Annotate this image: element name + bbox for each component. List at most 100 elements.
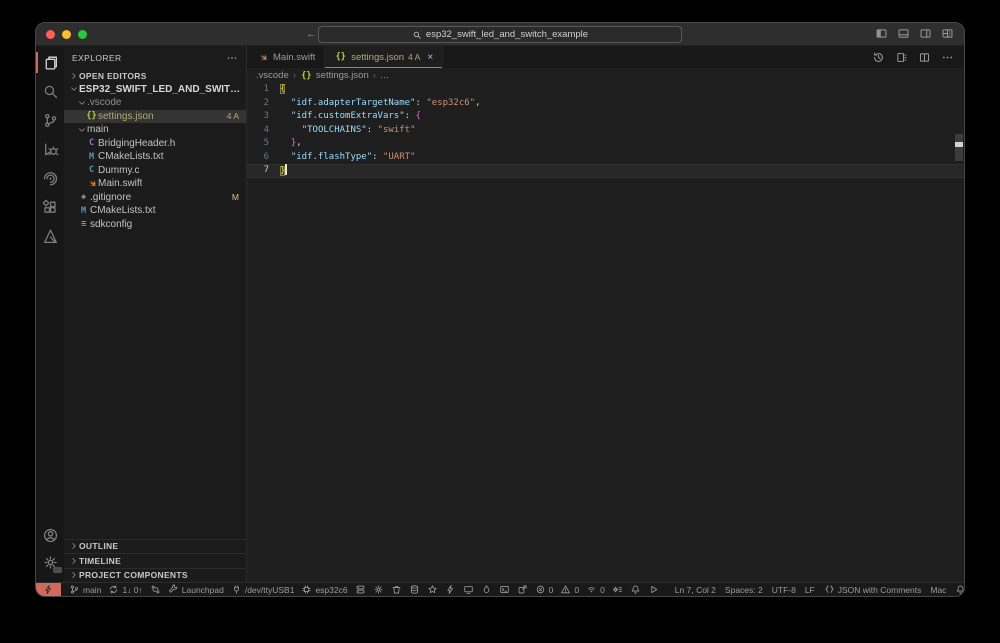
- status-alerts[interactable]: [630, 583, 641, 596]
- chevron-right-icon: [69, 556, 79, 566]
- status-cursor-position[interactable]: Ln 7, Col 2: [675, 583, 716, 596]
- status-full-clean[interactable]: [391, 583, 402, 596]
- tree-item-main-swift[interactable]: Main.swift: [64, 177, 246, 191]
- command-center[interactable]: esp32_swift_led_and_switch_example: [318, 26, 682, 43]
- status-openocd[interactable]: [427, 583, 438, 596]
- tab-settings-json[interactable]: {}settings.json4 A×: [325, 46, 443, 68]
- build-icon: [409, 584, 420, 595]
- breadcrumb-separator: ›: [373, 70, 376, 81]
- status-rainmaker[interactable]: 0: [586, 583, 605, 596]
- activity-accounts[interactable]: [36, 522, 64, 549]
- cmake-icon: [42, 228, 59, 245]
- chevron-right-icon: [69, 570, 79, 580]
- status-menuconfig[interactable]: [373, 583, 384, 596]
- status-eol[interactable]: LF: [805, 583, 815, 596]
- traffic-lights: [46, 30, 87, 39]
- serial-port-icon: [231, 584, 242, 595]
- status-esp-launchpad[interactable]: Launchpad: [168, 583, 224, 596]
- status-git-branch[interactable]: main: [69, 583, 101, 596]
- c-header-file-icon: C: [85, 138, 98, 148]
- swift-file-icon: [256, 52, 269, 63]
- status-warnings[interactable]: 0: [560, 583, 579, 596]
- status-build-flash-monitor[interactable]: [481, 583, 492, 596]
- tree-item-esp32-swift-led-and-switch-example[interactable]: ESP32_SWIFT_LED_AND_SWITCH_EXAMPLE: [64, 83, 246, 97]
- status-idf-tools[interactable]: [612, 583, 623, 596]
- activity-settings[interactable]: [36, 549, 64, 576]
- activity-espressif-idf[interactable]: [36, 164, 64, 193]
- json-file-icon: {}: [334, 52, 347, 62]
- tree-item-cmakelists-txt[interactable]: MCMakeLists.txt: [64, 150, 246, 164]
- code-line-1[interactable]: 1{: [247, 83, 964, 97]
- split-editor-icon[interactable]: [918, 51, 931, 64]
- toggle-secondary-sidebar-icon[interactable]: [919, 27, 932, 40]
- tree-item-main[interactable]: main: [64, 123, 246, 137]
- activity-run-debug[interactable]: [36, 135, 64, 164]
- customize-layout-icon[interactable]: [941, 27, 954, 40]
- activity-bar: [36, 46, 64, 582]
- status-errors[interactable]: 0: [535, 583, 554, 596]
- code-line-2[interactable]: 2 "idf.adapterTargetName": "esp32c6",: [247, 97, 964, 111]
- activity-source-control[interactable]: [36, 106, 64, 135]
- code-line-4[interactable]: 4 "TOOLCHAINS": "swift": [247, 124, 964, 138]
- espressif-accent-icon: [43, 584, 54, 595]
- status-flash[interactable]: [445, 583, 456, 596]
- status-build[interactable]: [409, 583, 420, 596]
- code-line-5[interactable]: 5 },: [247, 137, 964, 151]
- status-notifications[interactable]: [955, 583, 964, 596]
- status-monitor[interactable]: [463, 583, 474, 596]
- status-language-mode[interactable]: JSON with Comments: [824, 583, 922, 596]
- status-idf-target[interactable]: esp32c6: [301, 583, 347, 596]
- tab-main-swift[interactable]: Main.swift: [247, 46, 325, 68]
- status-encoding[interactable]: UTF-8: [772, 583, 796, 596]
- nav-back-button[interactable]: ←: [306, 27, 317, 41]
- minimize-window-button[interactable]: [62, 30, 71, 39]
- more-actions-icon[interactable]: [941, 51, 954, 64]
- status-serial-port[interactable]: /dev/ttyUSB1: [231, 583, 295, 596]
- toggle-panel-icon[interactable]: [897, 27, 910, 40]
- open-changes-icon[interactable]: [895, 51, 908, 64]
- vscode-window: ← → esp32_swift_led_and_switch_example E…: [35, 22, 965, 597]
- tree-item--gitignore[interactable]: ◈.gitignoreM: [64, 191, 246, 205]
- tree-item--vscode[interactable]: .vscode: [64, 96, 246, 110]
- tree-item-open-editors[interactable]: OPEN EDITORS: [64, 69, 246, 83]
- activity-extensions[interactable]: [36, 193, 64, 222]
- activity-search[interactable]: [36, 77, 64, 106]
- tree-item-dummy-c[interactable]: CDummy.c: [64, 164, 246, 178]
- status-flash-method[interactable]: [355, 583, 366, 596]
- breadcrumb-item[interactable]: .vscode: [256, 70, 289, 81]
- code-line-3[interactable]: 3 "idf.customExtraVars": {: [247, 110, 964, 124]
- section-outline[interactable]: OUTLINE: [64, 539, 246, 554]
- breadcrumb[interactable]: .vscode›{}settings.json›…: [247, 68, 964, 83]
- activity-cmake[interactable]: [36, 222, 64, 251]
- status-idf-terminal[interactable]: [499, 583, 510, 596]
- tree-item-bridgingheader-h[interactable]: CBridgingHeader.h: [64, 137, 246, 151]
- section-timeline[interactable]: TIMELINE: [64, 553, 246, 568]
- status-git-sync[interactable]: 1↓ 0↑: [108, 583, 142, 596]
- status-espressif-accent[interactable]: [36, 583, 61, 596]
- status-idf-version[interactable]: [150, 583, 161, 596]
- tab-bar: Main.swift{}settings.json4 A×: [247, 46, 964, 68]
- status-os-indicator[interactable]: Mac: [930, 583, 946, 596]
- explorer-more-actions-icon[interactable]: [226, 52, 238, 64]
- editor-scrollbar[interactable]: [955, 134, 963, 161]
- status-custom-task[interactable]: [517, 583, 528, 596]
- activity-explorer[interactable]: [36, 48, 64, 77]
- code-line-6[interactable]: 6 "idf.flashType": "UART": [247, 151, 964, 165]
- close-window-button[interactable]: [46, 30, 55, 39]
- section-project-components[interactable]: PROJECT COMPONENTS: [64, 568, 246, 583]
- status-run-task[interactable]: [648, 583, 659, 596]
- breadcrumb-item[interactable]: {}settings.json: [300, 70, 369, 81]
- toggle-primary-sidebar-icon[interactable]: [875, 27, 888, 40]
- close-tab-icon[interactable]: ×: [427, 52, 433, 63]
- zoom-window-button[interactable]: [78, 30, 87, 39]
- breadcrumb-item[interactable]: …: [380, 70, 390, 81]
- tree-item-sdkconfig[interactable]: ≡sdkconfig: [64, 218, 246, 232]
- local-history-icon[interactable]: [872, 51, 885, 64]
- line-number: 1: [247, 83, 280, 97]
- menuconfig-icon: [373, 584, 384, 595]
- tree-item-settings-json[interactable]: {}settings.json4 A: [64, 110, 246, 124]
- tree-item-cmakelists-txt[interactable]: MCMakeLists.txt: [64, 204, 246, 218]
- status-indentation[interactable]: Spaces: 2: [725, 583, 763, 596]
- code-line-7[interactable]: 7}: [247, 164, 964, 178]
- code-editor[interactable]: 1{2 "idf.adapterTargetName": "esp32c6",3…: [247, 83, 964, 582]
